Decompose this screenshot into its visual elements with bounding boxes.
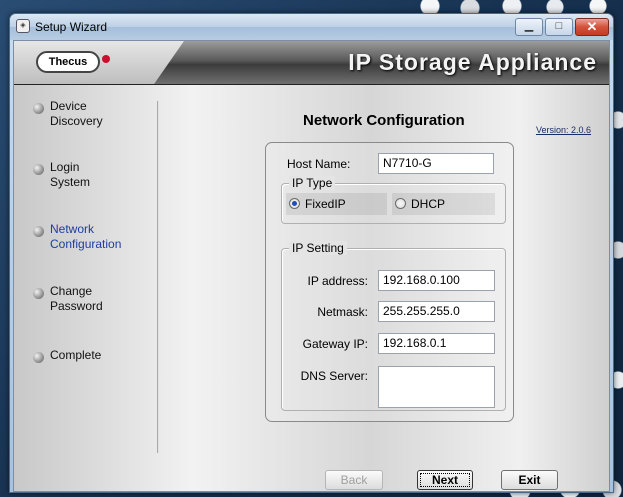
step-label: Network Configuration bbox=[50, 222, 122, 251]
bullet-icon bbox=[33, 288, 44, 299]
banner-title: IP Storage Appliance bbox=[348, 49, 597, 75]
netmask-input[interactable]: 255.255.255.0 bbox=[378, 301, 495, 322]
netmask-label: Netmask: bbox=[317, 305, 368, 319]
wizard-client-area: Thecus IP Storage Appliance Device Disco… bbox=[13, 40, 610, 492]
bullet-icon bbox=[33, 226, 44, 237]
sidebar-divider bbox=[157, 101, 159, 453]
host-name-input[interactable]: N7710-G bbox=[378, 153, 494, 174]
ip-setting-group: IP Setting IP address: 192.168.0.100 Net… bbox=[281, 241, 506, 411]
ip-type-legend: IP Type bbox=[289, 176, 336, 190]
step-network-configuration[interactable]: Network Configuration bbox=[33, 222, 150, 252]
version-link[interactable]: Version: 2.0.6 bbox=[536, 125, 591, 135]
ip-address-label: IP address: bbox=[307, 274, 368, 288]
minimize-button[interactable]: ▁ bbox=[515, 18, 543, 36]
step-label: Complete bbox=[50, 348, 102, 362]
step-change-password[interactable]: Change Password bbox=[33, 284, 150, 314]
app-icon: ◈ bbox=[16, 19, 30, 33]
network-config-panel: Host Name: N7710-G IP Type FixedIP DHCP … bbox=[265, 142, 514, 422]
dns-server-label: DNS Server: bbox=[300, 369, 368, 383]
title-bar: ◈ Setup Wizard ▁ □ ✕ bbox=[10, 14, 613, 40]
radio-checked-icon bbox=[289, 198, 300, 209]
wizard-steps-sidebar: Device Discovery Login System Network Co… bbox=[14, 85, 159, 491]
bullet-icon bbox=[33, 164, 44, 175]
setup-wizard-window: ◈ Setup Wizard ▁ □ ✕ Thecus IP Storage A… bbox=[9, 13, 614, 493]
step-complete[interactable]: Complete bbox=[33, 348, 150, 363]
maximize-icon: □ bbox=[555, 20, 563, 32]
maximize-button[interactable]: □ bbox=[545, 18, 573, 36]
radio-dhcp-label: DHCP bbox=[411, 197, 446, 211]
page-title: Network Configuration bbox=[303, 112, 465, 129]
gateway-input[interactable]: 192.168.0.1 bbox=[378, 333, 495, 354]
host-name-label: Host Name: bbox=[287, 157, 351, 171]
radio-fixedip[interactable]: FixedIP bbox=[286, 193, 387, 215]
close-button[interactable]: ✕ bbox=[575, 18, 609, 36]
ip-type-group: IP Type FixedIP DHCP bbox=[281, 176, 506, 224]
step-label: Change Password bbox=[50, 284, 103, 313]
logo-area: Thecus bbox=[14, 41, 184, 84]
step-label: Login System bbox=[50, 160, 91, 189]
thecus-logo: Thecus bbox=[36, 51, 110, 73]
ip-setting-legend: IP Setting bbox=[289, 241, 347, 255]
minimize-icon: ▁ bbox=[524, 20, 534, 32]
close-icon: ✕ bbox=[586, 19, 598, 34]
gateway-label: Gateway IP: bbox=[302, 337, 368, 351]
radio-fixedip-label: FixedIP bbox=[305, 197, 346, 211]
banner: Thecus IP Storage Appliance bbox=[14, 41, 609, 85]
window-title: Setup Wizard bbox=[35, 20, 108, 34]
ip-address-input[interactable]: 192.168.0.100 bbox=[378, 270, 495, 291]
next-button[interactable]: Next bbox=[417, 470, 473, 490]
logo-mark-icon bbox=[102, 55, 110, 63]
exit-button[interactable]: Exit bbox=[501, 470, 558, 490]
radio-dhcp[interactable]: DHCP bbox=[392, 193, 495, 215]
bullet-icon bbox=[33, 103, 44, 114]
radio-unchecked-icon bbox=[395, 198, 406, 209]
logo-text: Thecus bbox=[48, 56, 88, 68]
back-button[interactable]: Back bbox=[325, 470, 383, 490]
step-label: Device Discovery bbox=[50, 99, 103, 128]
step-login-system[interactable]: Login System bbox=[33, 160, 150, 190]
dns-server-textarea[interactable] bbox=[378, 366, 495, 408]
bullet-icon bbox=[33, 352, 44, 363]
step-device-discovery[interactable]: Device Discovery bbox=[33, 99, 150, 129]
